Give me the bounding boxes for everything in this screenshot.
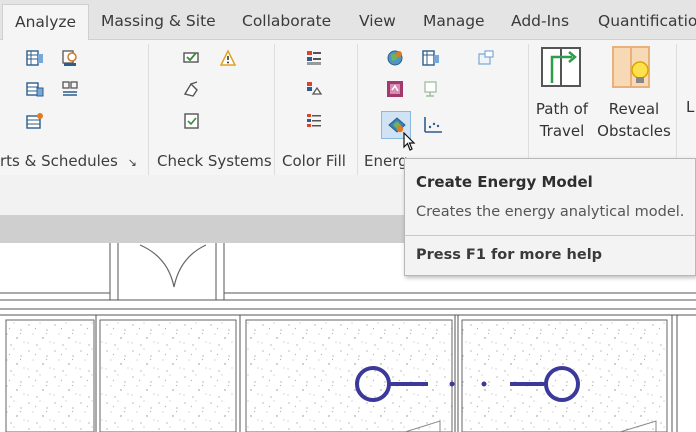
- room-fill-4[interactable]: [461, 319, 668, 432]
- tab-quantification[interactable]: Quantification: [598, 12, 696, 30]
- sheet-list-icon[interactable]: [26, 80, 44, 98]
- ribbon: Path of Travel Reveal Obstacles L rts & …: [0, 40, 696, 176]
- room-fill-1[interactable]: [5, 319, 95, 432]
- check-pipe-systems-icon[interactable]: [219, 49, 237, 67]
- reveal-obstacles-icon: [612, 46, 650, 88]
- panel-separator: [357, 44, 358, 176]
- note-block-icon[interactable]: [61, 80, 79, 98]
- tab-view[interactable]: View: [359, 12, 396, 30]
- path-of-travel-icon: [541, 47, 581, 87]
- lighting-analysis-icon[interactable]: [422, 80, 440, 98]
- tab-manage[interactable]: Manage: [423, 12, 485, 30]
- panel-separator: [528, 44, 529, 176]
- tab-collaborate[interactable]: Collaborate: [242, 12, 331, 30]
- panel-label-color-fill: Color Fill: [282, 152, 346, 170]
- tooltip-description: Creates the energy analytical model.: [416, 204, 685, 220]
- graphical-schedule-icon[interactable]: [61, 49, 79, 67]
- energy-axis-icon[interactable]: [422, 115, 444, 135]
- panel-separator: [148, 44, 149, 176]
- tooltip-divider: [405, 235, 695, 236]
- tab-analyze[interactable]: Analyze: [2, 4, 90, 41]
- panel-label-reports-schedules: rts & Schedules ↘: [0, 152, 137, 170]
- create-energy-model-tooltip: Create Energy Model Creates the energy a…: [404, 158, 696, 276]
- path-of-travel-button[interactable]: Path of Travel: [533, 42, 593, 144]
- check-circuits-icon[interactable]: [183, 80, 201, 98]
- color-fill-legend-icon[interactable]: [305, 49, 323, 67]
- partial-button-label[interactable]: L: [686, 98, 694, 116]
- ribbon-tab-bar: Analyze Massing & Site Collaborate View …: [0, 0, 696, 41]
- pipe-legend-icon[interactable]: [305, 112, 323, 130]
- energy-model-report-icon[interactable]: [422, 49, 440, 67]
- tooltip-help-hint: Press F1 for more help: [416, 247, 603, 263]
- energy-settings-icon[interactable]: [386, 49, 404, 67]
- path-of-travel-label: Path of Travel: [535, 100, 589, 140]
- room-fill-3[interactable]: [245, 319, 453, 432]
- panel-label-energy-analysis: Energ: [364, 152, 408, 170]
- panel-separator: [676, 44, 677, 176]
- energy-optimization-icon[interactable]: [386, 80, 404, 98]
- panel-separator: [274, 44, 275, 176]
- mouse-cursor-icon: [403, 132, 416, 151]
- reveal-obstacles-label: Reveal Obstacles: [597, 100, 671, 140]
- tab-add-ins[interactable]: Add-Ins: [511, 12, 569, 30]
- tooltip-title: Create Energy Model: [416, 173, 593, 191]
- show-disconnects-icon[interactable]: [183, 112, 201, 130]
- view-list-icon[interactable]: [26, 112, 44, 130]
- schedule-icon[interactable]: [26, 49, 44, 67]
- panel-label-check-systems: Check Systems: [157, 152, 272, 170]
- room-fill-2[interactable]: [99, 319, 237, 432]
- check-duct-systems-icon[interactable]: [183, 49, 201, 67]
- tab-massing-site[interactable]: Massing & Site: [101, 12, 216, 30]
- panel-launcher-icon[interactable]: ↘: [128, 156, 137, 169]
- heating-loads-icon[interactable]: [477, 49, 495, 67]
- reveal-obstacles-button[interactable]: Reveal Obstacles: [597, 42, 671, 144]
- duct-legend-icon[interactable]: [305, 80, 323, 98]
